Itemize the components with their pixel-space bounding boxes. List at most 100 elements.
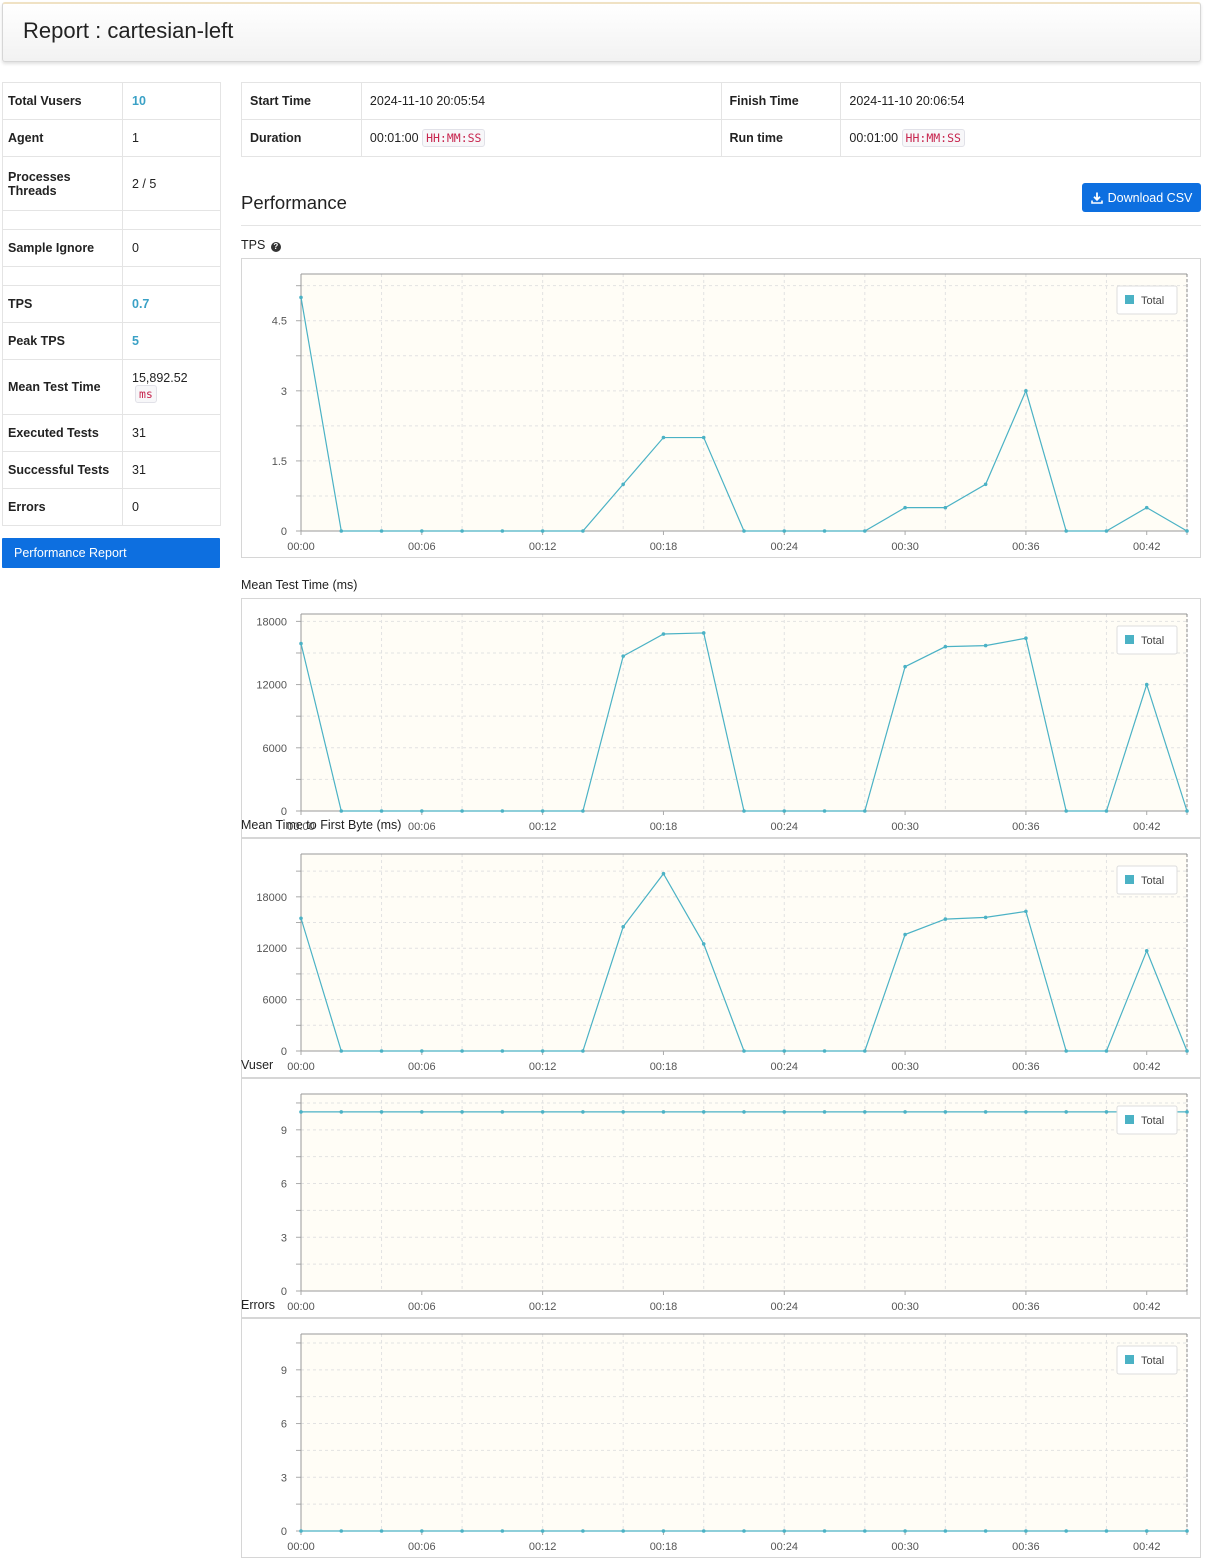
y-tick-label: 0 bbox=[281, 806, 287, 818]
duration-unit: HH:MM:SS bbox=[422, 129, 486, 147]
y-tick-label: 9 bbox=[281, 1365, 287, 1377]
data-point bbox=[621, 1529, 625, 1533]
data-point bbox=[420, 1049, 424, 1053]
x-tick-label: 00:18 bbox=[650, 1061, 678, 1073]
x-tick-label: 00:30 bbox=[891, 1301, 919, 1313]
data-point bbox=[460, 1049, 464, 1053]
data-point bbox=[1064, 529, 1068, 533]
data-point bbox=[420, 529, 424, 533]
finish-time-label: Finish Time bbox=[720, 82, 842, 120]
x-tick-label: 00:30 bbox=[891, 1541, 919, 1553]
data-point bbox=[1024, 1529, 1028, 1533]
x-tick-label: 00:36 bbox=[1012, 541, 1040, 553]
x-tick-label: 00:42 bbox=[1133, 1061, 1161, 1073]
y-tick-label: 0 bbox=[281, 526, 287, 538]
data-point bbox=[339, 1049, 344, 1053]
data-point bbox=[500, 1049, 505, 1053]
data-point bbox=[1144, 948, 1149, 953]
tps-chart-svg: 0 1.5 3 4.5 00:00 00:06 00:12 00:18 00:24 00:30 00… bbox=[272, 273, 1189, 553]
data-point bbox=[983, 643, 988, 648]
y-tick-label: 0 bbox=[281, 1526, 287, 1538]
executed-tests-label: Executed Tests bbox=[2, 414, 123, 452]
data-point bbox=[299, 916, 303, 921]
data-point bbox=[379, 1110, 384, 1114]
data-point bbox=[379, 809, 384, 813]
successful-tests-value: 31 bbox=[122, 451, 221, 489]
data-point bbox=[299, 641, 303, 646]
data-point bbox=[1024, 909, 1028, 914]
x-tick-label: 00:18 bbox=[650, 821, 678, 833]
legend-label: Total bbox=[1141, 1355, 1164, 1367]
y-tick-label: 6 bbox=[281, 1419, 287, 1431]
x-tick-label: 00:18 bbox=[650, 541, 678, 553]
duration-label: Duration bbox=[241, 119, 362, 157]
report-header: Report : cartesian-left bbox=[2, 2, 1201, 62]
mean-test-time-unit: ms bbox=[135, 385, 157, 403]
agent-label: Agent bbox=[2, 119, 123, 157]
peak-tps-label: Peak TPS bbox=[2, 322, 123, 360]
performance-title: Performance bbox=[241, 192, 347, 213]
spacer-cell bbox=[2, 266, 123, 286]
successful-tests-label: Successful Tests bbox=[2, 451, 123, 489]
data-point bbox=[1024, 636, 1028, 641]
sample-ignore-value: 0 bbox=[122, 229, 221, 267]
y-tick-label: 3 bbox=[281, 1472, 287, 1484]
data-point bbox=[822, 529, 827, 533]
spacer-cell bbox=[122, 266, 221, 286]
y-tick-label: 6000 bbox=[263, 995, 287, 1007]
data-point bbox=[742, 1529, 746, 1533]
data-point bbox=[863, 809, 867, 813]
y-tick-label: 0 bbox=[281, 1046, 287, 1058]
runtime-label: Run time bbox=[720, 119, 842, 157]
x-tick-label: 00:06 bbox=[408, 1061, 436, 1073]
data-point bbox=[500, 1110, 505, 1114]
x-tick-label: 00:42 bbox=[1133, 821, 1161, 833]
question-circle-icon[interactable]: ? bbox=[270, 242, 281, 252]
performance-report-button[interactable]: Performance Report bbox=[2, 538, 220, 568]
download-csv-label: Download CSV bbox=[1107, 190, 1193, 205]
data-point bbox=[782, 529, 787, 533]
data-point bbox=[500, 809, 505, 813]
data-point bbox=[581, 1049, 585, 1053]
data-point bbox=[1024, 1110, 1028, 1114]
x-tick-label: 00:12 bbox=[529, 1301, 557, 1313]
x-tick-label: 00:36 bbox=[1012, 1301, 1040, 1313]
x-tick-label: 00:42 bbox=[1133, 1301, 1161, 1313]
plot-area bbox=[301, 614, 1187, 811]
data-point bbox=[1104, 1049, 1109, 1053]
tps-value: 0.7 bbox=[122, 285, 221, 323]
x-tick-label: 00:18 bbox=[650, 1301, 678, 1313]
data-point bbox=[379, 529, 384, 533]
tps-chart-title-text: TPS bbox=[241, 238, 266, 252]
data-point bbox=[339, 1110, 344, 1114]
legend-swatch bbox=[1125, 295, 1134, 304]
mean-test-time-value: 15,892.52 bbox=[132, 371, 188, 385]
legend-label: Total bbox=[1141, 635, 1164, 647]
data-point bbox=[822, 1110, 827, 1114]
data-point bbox=[943, 917, 948, 921]
performance-divider bbox=[241, 225, 1201, 226]
duration-cell: 00:01:00 HH:MM:SS bbox=[360, 119, 722, 157]
download-csv-button[interactable]: Download CSV bbox=[1082, 183, 1201, 212]
y-tick-label: 18000 bbox=[256, 892, 287, 904]
data-point bbox=[1064, 1110, 1068, 1114]
x-tick-label: 00:00 bbox=[287, 1301, 315, 1313]
data-point bbox=[339, 809, 344, 813]
vuser-chart-svg: 0 3 6 9 00:00 00:06 00:12 00:18 00:24 00:30 00:36 0… bbox=[281, 1093, 1189, 1313]
x-tick-label: 00:18 bbox=[650, 1541, 678, 1553]
errors-chart-title: Errors bbox=[241, 1298, 276, 1312]
x-tick-label: 00:36 bbox=[1012, 821, 1040, 833]
run-times-table: Start Time 2024-11-10 20:05:54 Finish Ti… bbox=[241, 82, 1201, 157]
data-point bbox=[742, 809, 746, 813]
plot-area bbox=[301, 1094, 1187, 1291]
data-point bbox=[1144, 505, 1149, 510]
page-title: Report : cartesian-left bbox=[23, 18, 234, 43]
summary-table: Total Vusers 10 Agent 1 Processes Threads 2 … bbox=[2, 82, 221, 526]
data-point bbox=[661, 435, 666, 440]
data-point bbox=[299, 1529, 303, 1533]
plot-area bbox=[301, 274, 1187, 531]
x-tick-label: 00:00 bbox=[287, 1061, 315, 1073]
x-tick-label: 00:06 bbox=[408, 821, 436, 833]
data-point bbox=[1185, 1110, 1189, 1114]
legend-swatch bbox=[1125, 635, 1134, 644]
